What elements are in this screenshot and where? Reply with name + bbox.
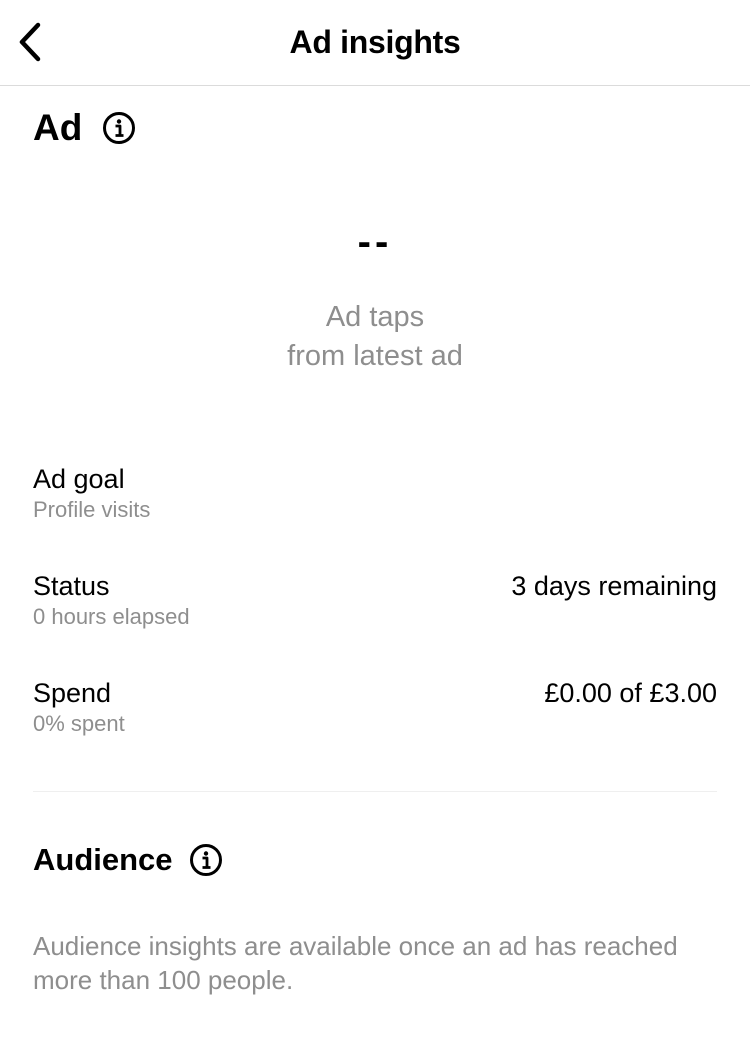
ad-heading-text: Ad <box>33 107 83 148</box>
ad-taps-value: -- <box>357 220 393 264</box>
ad-goal-label: Ad goal <box>33 464 125 494</box>
audience-heading-text: Audience <box>33 842 173 877</box>
spend-row: Spend 0% spent £0.00 of £3.00 <box>33 677 717 747</box>
audience-info-button[interactable] <box>189 843 223 877</box>
ad-goal-row: Ad goal Profile visits <box>33 463 717 533</box>
status-elapsed: 0 hours elapsed <box>33 604 190 629</box>
status-row: Status 0 hours elapsed 3 days remaining <box>33 570 717 640</box>
ad-taps-caption-line2: from latest ad <box>287 340 463 372</box>
spend-label: Spend <box>33 678 112 708</box>
audience-insights-message: Audience insights are available once an … <box>33 931 678 995</box>
status-remaining: 3 days remaining <box>511 571 717 601</box>
ad-info-button[interactable] <box>102 111 136 145</box>
info-icon <box>103 112 136 144</box>
status-label: Status <box>33 571 110 601</box>
ad-section-heading: Ad <box>33 106 136 150</box>
spend-amount: £0.00 of £3.00 <box>544 678 717 708</box>
spend-percent: 0% spent <box>33 711 125 736</box>
info-icon <box>189 844 222 876</box>
page-title: Ad insights <box>289 24 461 60</box>
ad-goal-value: Profile visits <box>33 497 151 522</box>
ad-taps-caption-line1: Ad taps <box>325 301 425 333</box>
section-divider <box>33 791 717 792</box>
top-navigation-bar: Ad insights <box>0 0 750 86</box>
ad-taps-caption: Ad taps from latest ad <box>0 298 750 376</box>
audience-section-heading: Audience <box>33 840 223 880</box>
